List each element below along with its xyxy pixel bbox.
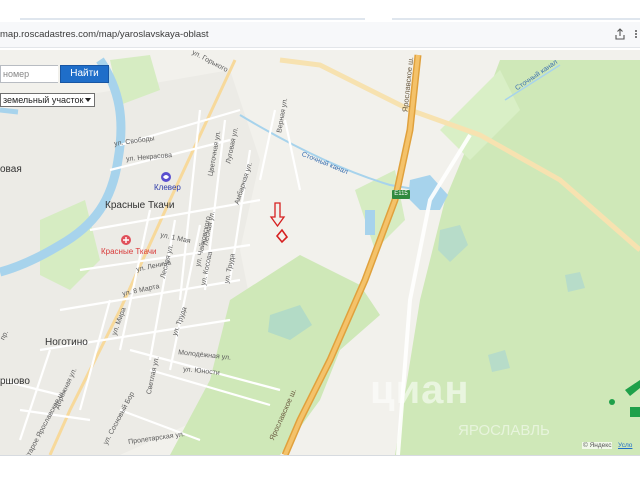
poi-klever: Клевер xyxy=(154,183,181,192)
town-bottom: ршово xyxy=(0,376,30,387)
town-left: овая xyxy=(0,164,22,175)
cian-watermark: циан xyxy=(370,368,470,412)
chevron-down-icon xyxy=(85,98,91,102)
terms-link[interactable]: Усло xyxy=(618,442,632,449)
search-button[interactable]: Найти xyxy=(60,65,109,83)
cadastral-number-input[interactable]: номер xyxy=(0,65,58,83)
poi-krasnye-tkachi: Красные Ткачи xyxy=(101,247,157,256)
map-copyright: © Яндекс xyxy=(582,442,613,449)
tab-divider xyxy=(20,18,365,20)
object-type-select[interactable]: земельный участок xyxy=(0,93,95,107)
town-nogotino: Ноготино xyxy=(45,337,88,348)
cian-watermark-sub: ЯРОСЛАВЛЬ xyxy=(458,422,550,439)
town-krasnye-tkachi: Красные Ткачи xyxy=(105,200,175,211)
map-canvas[interactable]: номер Найти земельный участок Красные Тк… xyxy=(0,50,640,455)
more-icon[interactable] xyxy=(631,27,640,41)
share-icon[interactable] xyxy=(613,27,627,41)
address-bar[interactable]: map.roscadastres.com/map/yaroslavskaya-o… xyxy=(0,22,640,48)
map-base-layer xyxy=(0,54,640,455)
browser-tab-strip xyxy=(0,0,640,22)
parcel-outline xyxy=(275,228,289,244)
parcel-arrow-icon xyxy=(269,202,286,228)
tab-divider xyxy=(392,18,640,20)
url-text[interactable]: map.roscadastres.com/map/yaroslavskaya-o… xyxy=(0,29,209,40)
route-e115-badge: E115 xyxy=(392,190,410,199)
object-type-value: земельный участок xyxy=(3,95,84,105)
bottom-strip xyxy=(0,455,640,480)
